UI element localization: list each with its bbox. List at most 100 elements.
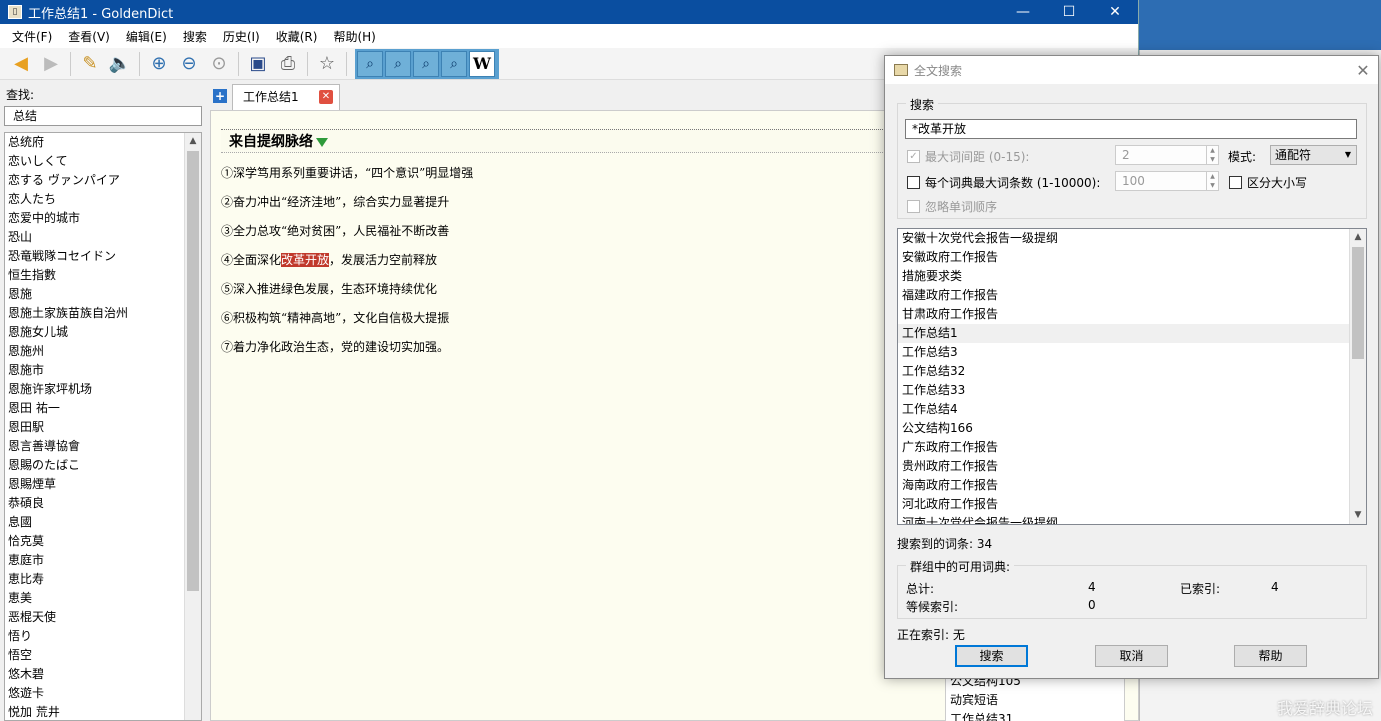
forward-arrow-icon[interactable]: ▶ [36,50,66,78]
result-item[interactable]: 甘肃政府工作报告 [898,305,1366,324]
word-list-item[interactable]: 恭碩良 [5,494,201,513]
close-button[interactable]: ✕ [1092,0,1138,24]
word-list-item[interactable]: 恩施州 [5,342,201,361]
maximize-button[interactable]: ☐ [1046,0,1092,24]
scrollbar-thumb[interactable] [187,151,199,591]
max-distance-checkbox[interactable]: ✓ 最大词间距 (0-15): [907,148,1029,165]
result-item[interactable]: 河北政府工作报告 [898,495,1366,514]
menu-edit[interactable]: 编辑(E) [118,28,175,45]
word-list-item[interactable]: 恩施许家坪机场 [5,380,201,399]
list-item[interactable]: 动宾短语 [946,691,1124,710]
word-list-item[interactable]: 恩賜のたばこ [5,456,201,475]
case-sensitive-checkbox[interactable]: 区分大小写 [1229,174,1307,191]
result-item[interactable]: 海南政府工作报告 [898,476,1366,495]
result-item[interactable]: 工作总结32 [898,362,1366,381]
collapse-arrow-icon[interactable] [316,137,328,147]
cancel-button[interactable]: 取消 [1095,645,1168,667]
dictionary-search-icon[interactable]: ⌕ [441,50,467,77]
max-articles-input[interactable]: 100 ▲ ▼ [1115,171,1219,191]
result-item[interactable]: 措施要求类 [898,267,1366,286]
zoom-reset-icon[interactable]: ⊙ [204,50,234,78]
zoom-in-icon[interactable]: ⊕ [144,50,174,78]
word-list-item[interactable]: 恵美 [5,589,201,608]
close-tab-icon[interactable]: ✕ [319,90,333,104]
new-tab-icon[interactable]: + [213,89,227,103]
print-icon[interactable]: ⎙ [273,50,303,78]
minimize-button[interactable]: — [1000,0,1046,24]
fulltext-results-list[interactable]: 安徽十次党代会报告一级提纲 安徽政府工作报告 措施要求类 福建政府工作报告 甘肃政府工作… [897,228,1367,525]
zoom-out-icon[interactable]: ⊖ [174,50,204,78]
title-bar[interactable]: ▯ 工作总结1 - GoldenDict — ☐ ✕ [0,0,1138,24]
word-list-item[interactable]: 总统府 [5,133,201,152]
word-list-item[interactable]: 悦加 荒井 [5,703,201,720]
word-list-item[interactable]: 恩施 [5,285,201,304]
ignore-order-checkbox[interactable]: 忽略单词顺序 [907,198,997,215]
menu-view[interactable]: 查看(V) [60,28,118,45]
word-list-item[interactable]: 恐山 [5,228,201,247]
menu-favorites[interactable]: 收藏(R) [268,28,326,45]
word-list-item[interactable]: 恩施女儿城 [5,323,201,342]
word-list-item[interactable]: 悠木碧 [5,665,201,684]
max-distance-input[interactable]: 2 ▲ ▼ [1115,145,1219,165]
word-list-item[interactable]: 悠遊卡 [5,684,201,703]
list-item[interactable]: 工作总结31 [946,710,1124,721]
spinner-arrows-icon[interactable]: ▲ ▼ [1206,172,1218,190]
scroll-up-icon[interactable]: ▲ [185,133,201,150]
star-icon[interactable]: ☆ [312,50,342,78]
word-list-item[interactable]: 恋爱中的城市 [5,209,201,228]
help-button[interactable]: 帮助 [1234,645,1307,667]
dialog-title-bar[interactable]: 全文搜索 ✕ [885,56,1378,84]
word-list-item[interactable]: 悟空 [5,646,201,665]
word-list-item[interactable]: 恵比寿 [5,570,201,589]
result-item[interactable]: 工作总结4 [898,400,1366,419]
result-item[interactable]: 安徽政府工作报告 [898,248,1366,267]
word-list-item[interactable]: 恰克莫 [5,532,201,551]
menu-file[interactable]: 文件(F) [4,28,60,45]
word-list-item[interactable]: 恋いしくて [5,152,201,171]
result-item[interactable]: 安徽十次党代会报告一级提纲 [898,229,1366,248]
results-scrollbar[interactable]: ▲ ▼ [1349,229,1366,524]
mode-select[interactable]: 通配符 ▼ [1270,145,1357,165]
max-articles-checkbox[interactable]: 每个词典最大词条数 (1-10000): [907,174,1100,191]
word-list[interactable]: 总统府 恋いしくて 恋する ヴァンパイア 恋人たち 恋爱中的城市 恐山 恐竜戦隊コセイドン恒… [4,132,202,721]
tab-article[interactable]: 工作总结1 ✕ [232,84,340,110]
search-button[interactable]: 搜索 [955,645,1028,667]
result-item[interactable]: 工作总结1 [898,324,1366,343]
back-arrow-icon[interactable]: ◀ [6,50,36,78]
save-icon[interactable]: ▣ [243,50,273,78]
word-list-item[interactable]: 恒生指數 [5,266,201,285]
dictionary-header[interactable]: 来自提纲脉络 [221,129,921,153]
word-list-item[interactable]: 悟り [5,627,201,646]
scroll-down-icon[interactable]: ▼ [1350,507,1366,524]
speaker-icon[interactable]: 🔈 [105,50,135,78]
dictionary-search-icon[interactable]: ⌕ [385,50,411,77]
dialog-close-icon[interactable]: ✕ [1348,61,1378,80]
wikipedia-icon[interactable]: W [469,50,495,77]
search-input[interactable]: 总结 [4,106,202,126]
spinner-arrows-icon[interactable]: ▲ ▼ [1206,146,1218,164]
word-list-item[interactable]: 恩言善導協會 [5,437,201,456]
word-list-item[interactable]: 恋人たち [5,190,201,209]
result-item[interactable]: 公文结构166 [898,419,1366,438]
result-item[interactable]: 工作总结33 [898,381,1366,400]
magic-wand-icon[interactable]: ✎ [75,50,105,78]
word-list-item[interactable]: 恐竜戦隊コセイドン [5,247,201,266]
menu-search[interactable]: 搜索 [175,28,215,45]
scrollbar-thumb[interactable] [1352,247,1364,359]
word-list-scrollbar[interactable]: ▲ [184,133,201,720]
result-item[interactable]: 贵州政府工作报告 [898,457,1366,476]
word-list-item[interactable]: 恩田 祐一 [5,399,201,418]
word-list-item[interactable]: 恩田駅 [5,418,201,437]
word-list-item[interactable]: 恩施市 [5,361,201,380]
word-list-item[interactable]: 恋する ヴァンパイア [5,171,201,190]
menu-history[interactable]: 历史(I) [215,28,268,45]
menu-help[interactable]: 帮助(H) [325,28,383,45]
word-list-item[interactable]: 恶棍天使 [5,608,201,627]
word-list-item[interactable]: 恩施土家族苗族自治州 [5,304,201,323]
scroll-up-icon[interactable]: ▲ [1350,229,1366,246]
dictionary-search-icon[interactable]: ⌕ [357,50,383,77]
result-item[interactable]: 工作总结3 [898,343,1366,362]
word-list-item[interactable]: 恩賜煙草 [5,475,201,494]
word-list-item[interactable]: 恵庭市 [5,551,201,570]
result-item[interactable]: 广东政府工作报告 [898,438,1366,457]
